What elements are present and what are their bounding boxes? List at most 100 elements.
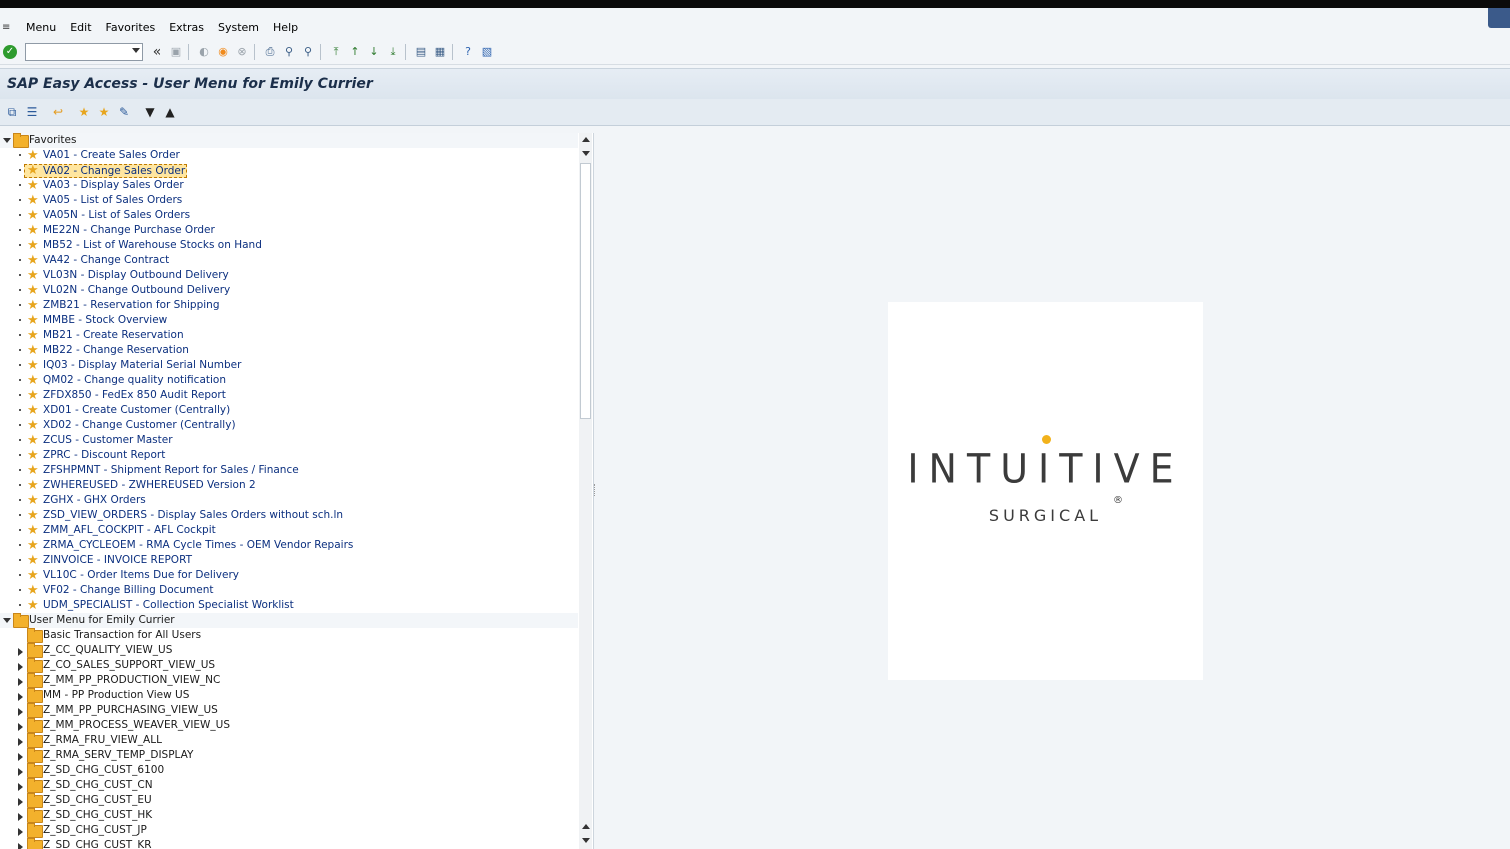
- favorite-item[interactable]: ★ VA05 - List of Sales Orders: [0, 193, 578, 208]
- favorite-item[interactable]: ★ XD01 - Create Customer (Centrally): [0, 403, 578, 418]
- command-field[interactable]: [25, 42, 143, 62]
- user-menu-folder[interactable]: Z_SD_CHG_CUST_KR: [0, 838, 578, 849]
- favorite-item[interactable]: ★ ZSD_VIEW_ORDERS - Display Sales Orders …: [0, 508, 578, 523]
- back-icon[interactable]: ◐: [196, 44, 212, 60]
- user-menu-folder[interactable]: Z_MM_PP_PURCHASING_VIEW_US: [0, 703, 578, 718]
- expand-triangle-icon[interactable]: [18, 663, 23, 671]
- user-menu-folder[interactable]: Z_MM_PP_PRODUCTION_VIEW_NC: [0, 673, 578, 688]
- expand-triangle-icon[interactable]: [3, 138, 11, 143]
- favorite-item[interactable]: ★ VL02N - Change Outbound Delivery: [0, 283, 578, 298]
- pane-splitter[interactable]: [594, 484, 597, 496]
- favorite-item[interactable]: ★ ZCUS - Customer Master: [0, 433, 578, 448]
- change-favorite-icon[interactable]: ✎: [116, 104, 132, 120]
- scrollbar-thumb[interactable]: [580, 163, 591, 419]
- menu-extras[interactable]: Extras: [169, 21, 204, 34]
- expand-down-icon[interactable]: ▼: [142, 104, 158, 120]
- expand-triangle-icon[interactable]: [18, 723, 23, 731]
- favorite-item[interactable]: ★ MMBE - Stock Overview: [0, 313, 578, 328]
- favorite-item[interactable]: ★ XD02 - Change Customer (Centrally): [0, 418, 578, 433]
- favorite-item[interactable]: ★ ZPRC - Discount Report: [0, 448, 578, 463]
- menu-help[interactable]: Help: [273, 21, 298, 34]
- print-icon[interactable]: ⎙: [262, 44, 278, 60]
- favorite-item[interactable]: ★VA02 - Change Sales Order★: [0, 163, 578, 178]
- expand-triangle-icon[interactable]: [18, 648, 23, 656]
- first-page-icon[interactable]: ⤒: [328, 44, 344, 60]
- scroll-down-bottom-icon[interactable]: [582, 838, 590, 843]
- expand-triangle-icon[interactable]: [18, 708, 23, 716]
- user-menu-folder[interactable]: MM - PP Production View US: [0, 688, 578, 703]
- favorite-item[interactable]: ★ VA03 - Display Sales Order: [0, 178, 578, 193]
- remove-favorite-icon[interactable]: ★: [96, 104, 112, 120]
- favorite-item[interactable]: ★ ME22N - Change Purchase Order: [0, 223, 578, 238]
- favorite-item[interactable]: ★ ZFSHPMNT - Shipment Report for Sales / …: [0, 463, 578, 478]
- favorite-item[interactable]: ★ ZRMA_CYCLEOEM - RMA Cycle Times - OEM V…: [0, 538, 578, 553]
- create-session-icon[interactable]: ▤: [413, 44, 429, 60]
- expand-triangle-icon[interactable]: [18, 798, 23, 806]
- favorite-item[interactable]: ★ ZINVOICE - INVOICE REPORT: [0, 553, 578, 568]
- expand-triangle-icon[interactable]: [18, 828, 23, 836]
- menu-system[interactable]: System: [218, 21, 259, 34]
- cancel-icon[interactable]: ⊗: [234, 44, 250, 60]
- menu-menu[interactable]: Menu: [26, 21, 56, 34]
- scroll-down-icon[interactable]: [582, 151, 590, 156]
- user-menu-folder[interactable]: Basic Transaction for All Users: [0, 628, 578, 643]
- layout-menu-icon[interactable]: ▧: [479, 44, 495, 60]
- previous-page-icon[interactable]: ↑: [347, 44, 363, 60]
- expand-triangle-icon[interactable]: [3, 618, 11, 623]
- scroll-up-icon[interactable]: [582, 137, 590, 142]
- back-arrow-icon[interactable]: ↩: [50, 104, 66, 120]
- user-menu-folder[interactable]: Z_RMA_FRU_VIEW_ALL: [0, 733, 578, 748]
- user-menu-folder[interactable]: Z_SD_CHG_CUST_CN: [0, 778, 578, 793]
- favorite-item[interactable]: ★ VL03N - Display Outbound Delivery: [0, 268, 578, 283]
- favorite-item[interactable]: ★ VF02 - Change Billing Document: [0, 583, 578, 598]
- favorite-item[interactable]: ★ ZFDX850 - FedEx 850 Audit Report: [0, 388, 578, 403]
- back-double-arrow-icon[interactable]: «: [149, 44, 165, 60]
- favorite-item[interactable]: ★ ZGHX - GHX Orders: [0, 493, 578, 508]
- favorite-item[interactable]: ★ UDM_SPECIALIST - Collection Specialist …: [0, 598, 578, 613]
- user-menu-folder[interactable]: Z_SD_CHG_CUST_JP: [0, 823, 578, 838]
- other-menu-icon[interactable]: ⧉: [4, 104, 20, 120]
- favorite-item[interactable]: ★ VA01 - Create Sales Order: [0, 148, 578, 163]
- expand-triangle-icon[interactable]: [18, 693, 23, 701]
- sap-menu-icon[interactable]: ☰: [24, 104, 40, 120]
- user-menu-folder[interactable]: Z_MM_PROCESS_WEAVER_VIEW_US: [0, 718, 578, 733]
- scroll-up-bottom-icon[interactable]: [582, 824, 590, 829]
- favorite-item[interactable]: ★ ZMM_AFL_COCKPIT - AFL Cockpit: [0, 523, 578, 538]
- chevron-down-icon[interactable]: [132, 47, 140, 53]
- user-menu-folder[interactable]: Z_SD_CHG_CUST_6100: [0, 763, 578, 778]
- favorite-item[interactable]: ★ MB52 - List of Warehouse Stocks on Hand: [0, 238, 578, 253]
- favorite-item[interactable]: ★ ZMB21 - Reservation for Shipping: [0, 298, 578, 313]
- favorite-item[interactable]: ★ VA05N - List of Sales Orders: [0, 208, 578, 223]
- expand-triangle-icon[interactable]: [18, 783, 23, 791]
- command-input[interactable]: [26, 48, 130, 62]
- favorite-item[interactable]: ★ VA42 - Change Contract: [0, 253, 578, 268]
- user-menu-folder[interactable]: Z_CC_QUALITY_VIEW_US: [0, 643, 578, 658]
- user-menu-folder[interactable]: Z_RMA_SERV_TEMP_DISPLAY: [0, 748, 578, 763]
- exit-icon[interactable]: ◉: [215, 44, 231, 60]
- help-icon[interactable]: ?: [460, 44, 476, 60]
- user-menu-folder[interactable]: Z_SD_CHG_CUST_EU: [0, 793, 578, 808]
- tree-node-user-menu[interactable]: User Menu for Emily Currier: [0, 613, 578, 628]
- menu-favorites[interactable]: Favorites: [106, 21, 156, 34]
- collapse-up-icon[interactable]: ▲: [162, 104, 178, 120]
- favorite-item[interactable]: ★ ZWHEREUSED - ZWHEREUSED Version 2: [0, 478, 578, 493]
- expand-triangle-icon[interactable]: [18, 813, 23, 821]
- expand-triangle-icon[interactable]: [18, 843, 23, 849]
- favorite-item[interactable]: ★ MB21 - Create Reservation: [0, 328, 578, 343]
- find-icon[interactable]: ⚲: [281, 44, 297, 60]
- find-next-icon[interactable]: ⚲: [300, 44, 316, 60]
- expand-triangle-icon[interactable]: [18, 738, 23, 746]
- save-icon[interactable]: ▣: [168, 44, 184, 60]
- expand-triangle-icon[interactable]: [18, 768, 23, 776]
- shortcut-icon[interactable]: ▦: [432, 44, 448, 60]
- enter-check-icon[interactable]: ✓: [3, 44, 17, 59]
- favorite-item[interactable]: ★ VL10C - Order Items Due for Delivery: [0, 568, 578, 583]
- user-menu-folder[interactable]: Z_SD_CHG_CUST_HK: [0, 808, 578, 823]
- user-menu-folder[interactable]: Z_CO_SALES_SUPPORT_VIEW_US: [0, 658, 578, 673]
- vertical-scrollbar[interactable]: [579, 133, 592, 849]
- expand-triangle-icon[interactable]: [18, 753, 23, 761]
- tree-node-favorites[interactable]: Favorites: [0, 133, 578, 148]
- favorite-item[interactable]: ★ QM02 - Change quality notification: [0, 373, 578, 388]
- next-page-icon[interactable]: ↓: [366, 44, 382, 60]
- favorite-item[interactable]: ★ MB22 - Change Reservation: [0, 343, 578, 358]
